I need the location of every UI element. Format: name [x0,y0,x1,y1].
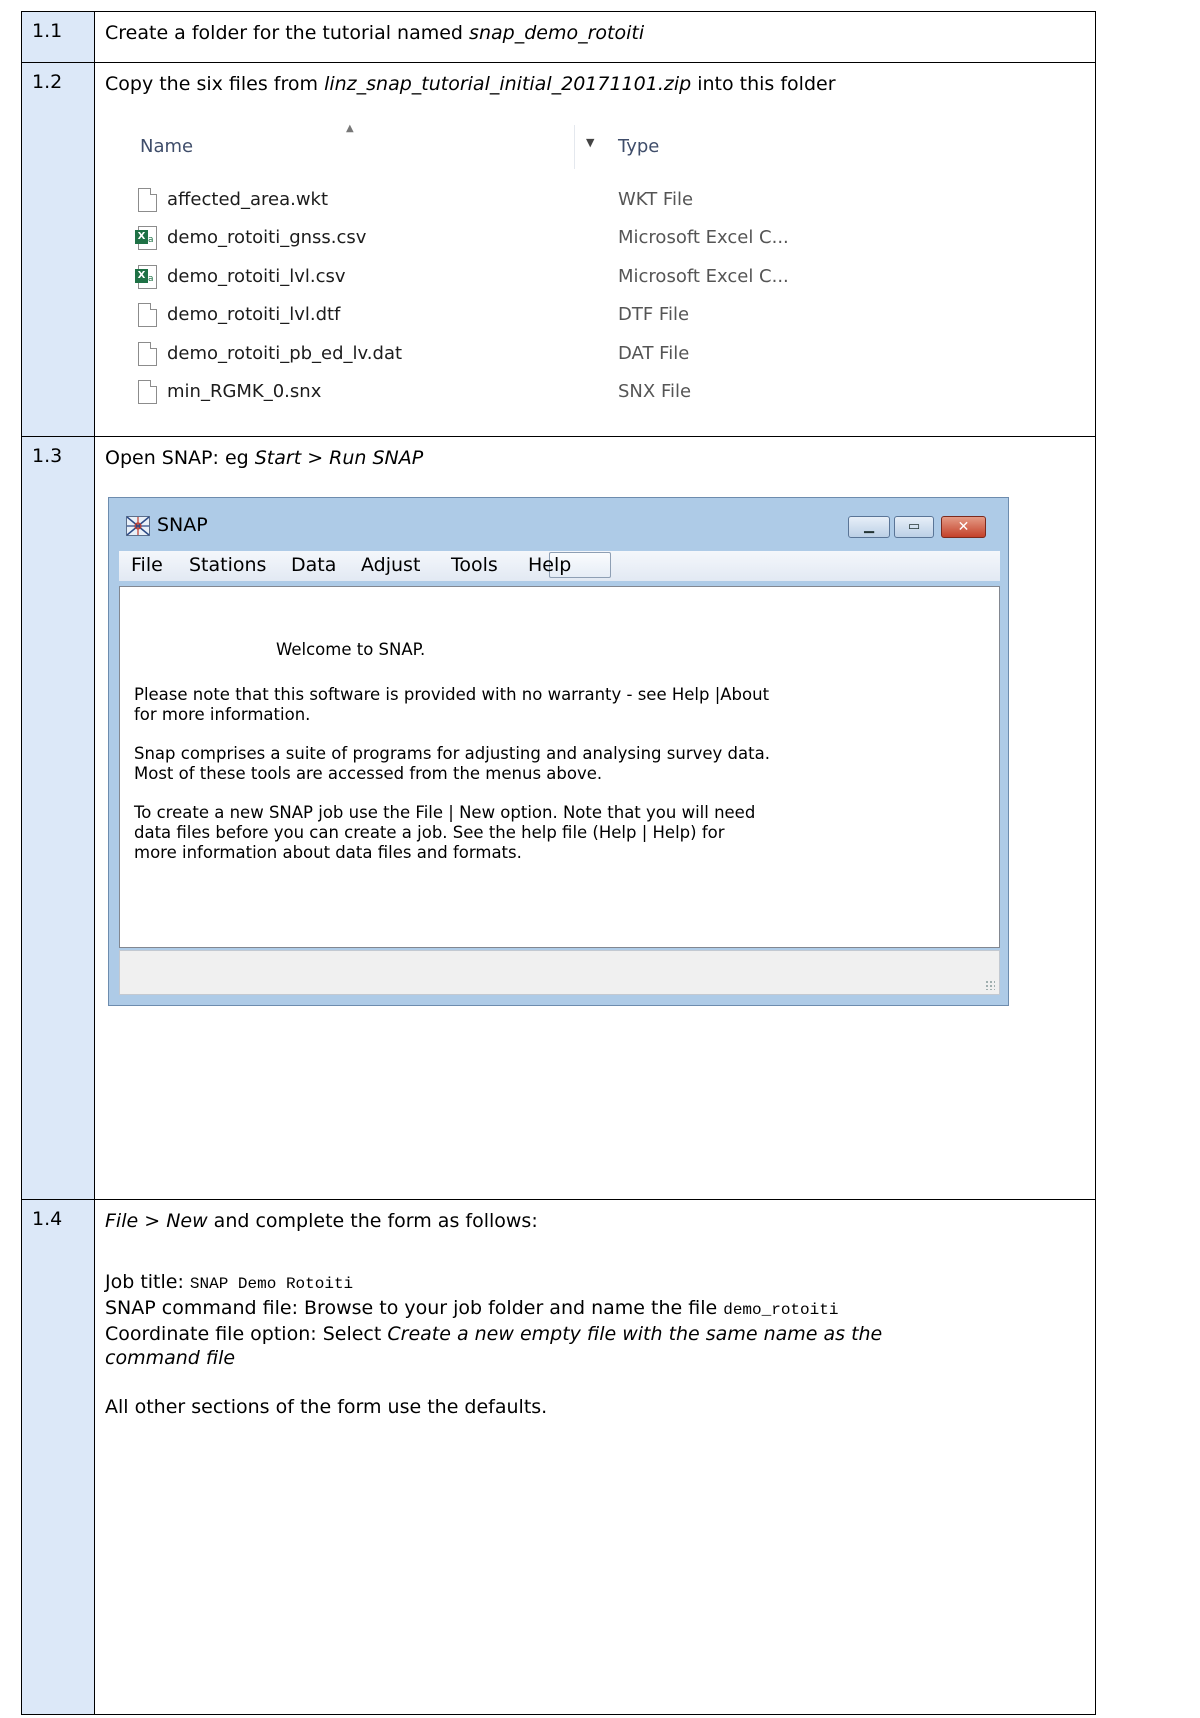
snap-window: SNAP ▁ ▭ ✕ File Stations Data Adjust Too… [108,497,1009,1006]
title-bar[interactable]: SNAP ▁ ▭ ✕ [109,498,1008,551]
step-text: File > New and complete the form as foll… [105,1208,1095,1235]
file-explorer-list: ▲ Name ▼ Type affected_area.wkt WKT File… [108,121,818,416]
menu-help[interactable]: Help [528,554,571,576]
coordinate-file-line-2: command file [105,1346,1095,1370]
menu-adjust[interactable]: Adjust [361,554,420,576]
document-icon [138,380,157,404]
coordinate-option: Create a new empty file with the same na… [387,1323,883,1345]
maximize-button[interactable]: ▭ [894,516,934,538]
step-number-cell: 1.1 [21,11,95,63]
menu-stations[interactable]: Stations [189,554,266,576]
column-header: ▲ Name ▼ Type [108,121,818,173]
zip-file-name: linz_snap_tutorial_initial_20171101.zip [324,73,692,95]
suite-description: Snap comprises a suite of programs for a… [134,744,770,763]
column-divider[interactable] [574,125,575,169]
document-icon [138,188,157,212]
new-job-hint-3: more information about data files and fo… [134,843,522,862]
menu-path: Start > Run SNAP [254,447,424,469]
file-name: demo_rotoiti_lvl.csv [167,266,346,287]
command-file-label: SNAP command file: Browse to your job fo… [105,1297,724,1319]
close-button[interactable]: ✕ [941,516,986,538]
command-file-value: demo_rotoiti [723,1301,839,1319]
step-content: File > New and complete the form as foll… [94,1199,1096,1715]
step-text: Copy the six files from linz_snap_tutori… [105,71,1095,98]
file-name: demo_rotoiti_gnss.csv [167,227,367,248]
file-type: DTF File [618,304,690,325]
dropdown-arrow-icon[interactable]: ▼ [586,136,594,149]
sort-ascending-icon: ▲ [346,123,354,134]
menu-file: File [105,1210,139,1232]
file-row[interactable]: affected_area.wkt WKT File [108,182,818,220]
menu-bar: File Stations Data Adjust Tools Help [119,551,1000,581]
file-row[interactable]: demo_rotoiti_pb_ed_lv.dat DAT File [108,336,818,374]
file-row[interactable]: demo_rotoiti_lvl.dtf DTF File [108,297,818,335]
warranty-note: Please note that this software is provid… [134,685,770,704]
step-text-plain: Open SNAP: eg [105,447,255,469]
step-text-plain: and complete the form as follows: [207,1210,538,1232]
job-title-value: SNAP Demo Rotoiti [189,1275,354,1293]
step-number: 1.4 [32,1208,63,1230]
column-header-type[interactable]: Type [618,136,659,157]
step-row: 1.4 File > New and complete the form as … [21,1199,1096,1715]
coordinate-option-cont: command file [105,1347,236,1369]
job-title-label: Job title: [105,1271,190,1293]
step-number-cell: 1.3 [21,436,95,1200]
minimize-button[interactable]: ▁ [848,516,890,538]
file-name: demo_rotoiti_pb_ed_lv.dat [167,343,403,364]
file-type: SNX File [618,381,692,402]
file-name: min_RGMK_0.snx [167,381,322,402]
job-title-line: Job title: SNAP Demo Rotoiti [105,1270,1095,1296]
menu-file[interactable]: File [131,554,163,576]
step-text: Open SNAP: eg Start > Run SNAP [105,445,1095,472]
step-text-plain: into this folder [691,73,836,95]
step-content: Create a folder for the tutorial named s… [94,11,1096,63]
excel-icon: Xa [135,226,157,250]
step-number-cell: 1.2 [21,62,95,437]
file-type: Microsoft Excel C... [618,266,789,287]
new-job-hint-2: data files before you can create a job. … [134,823,725,842]
minimize-icon: ▁ [864,519,874,534]
defaults-note: All other sections of the form use the d… [105,1396,548,1418]
document-icon [138,342,157,366]
file-name: demo_rotoiti_lvl.dtf [167,304,341,325]
window-title: SNAP [157,514,208,536]
file-type: Microsoft Excel C... [618,227,789,248]
step-number: 1.2 [32,71,63,93]
file-name: affected_area.wkt [167,189,329,210]
file-type: DAT File [618,343,690,364]
welcome-text-area[interactable]: Welcome to SNAP. Please note that this s… [119,586,1000,948]
welcome-heading: Welcome to SNAP. [276,640,426,659]
maximize-icon: ▭ [907,519,921,534]
file-row[interactable]: Xa demo_rotoiti_gnss.csv Microsoft Excel… [108,220,818,258]
new-job-hint: To create a new SNAP job use the File | … [134,803,756,822]
coordinate-file-line: Coordinate file option: Select Create a … [105,1322,1095,1346]
folder-name: snap_demo_rotoiti [469,22,645,44]
step-text: Create a folder for the tutorial named s… [105,20,1095,47]
suite-description-2: Most of these tools are accessed from th… [134,764,603,783]
close-icon: ✕ [957,519,970,535]
warranty-note-2: for more information. [134,705,311,724]
snap-app-icon [126,516,150,536]
command-file-line: SNAP command file: Browse to your job fo… [105,1296,1095,1322]
step-number-cell: 1.4 [21,1199,95,1715]
excel-icon: Xa [135,265,157,289]
step-row: 1.1 Create a folder for the tutorial nam… [21,11,1096,63]
step-text-plain: Copy the six files from [105,73,325,95]
menu-new: New [166,1210,208,1232]
file-row[interactable]: Xa demo_rotoiti_lvl.csv Microsoft Excel … [108,259,818,297]
status-bar [119,950,1000,995]
menu-data[interactable]: Data [291,554,336,576]
step-number: 1.1 [32,20,63,42]
file-row[interactable]: min_RGMK_0.snx SNX File [108,374,818,412]
document-icon [138,303,157,327]
resize-grip-icon[interactable] [985,980,995,990]
column-header-name[interactable]: Name [140,136,193,157]
menu-tools[interactable]: Tools [451,554,498,576]
separator: > [138,1210,167,1232]
step-text-plain: Create a folder for the tutorial named [105,22,470,44]
step-number: 1.3 [32,445,63,467]
file-type: WKT File [618,189,694,210]
coordinate-file-label: Coordinate file option: Select [105,1323,388,1345]
